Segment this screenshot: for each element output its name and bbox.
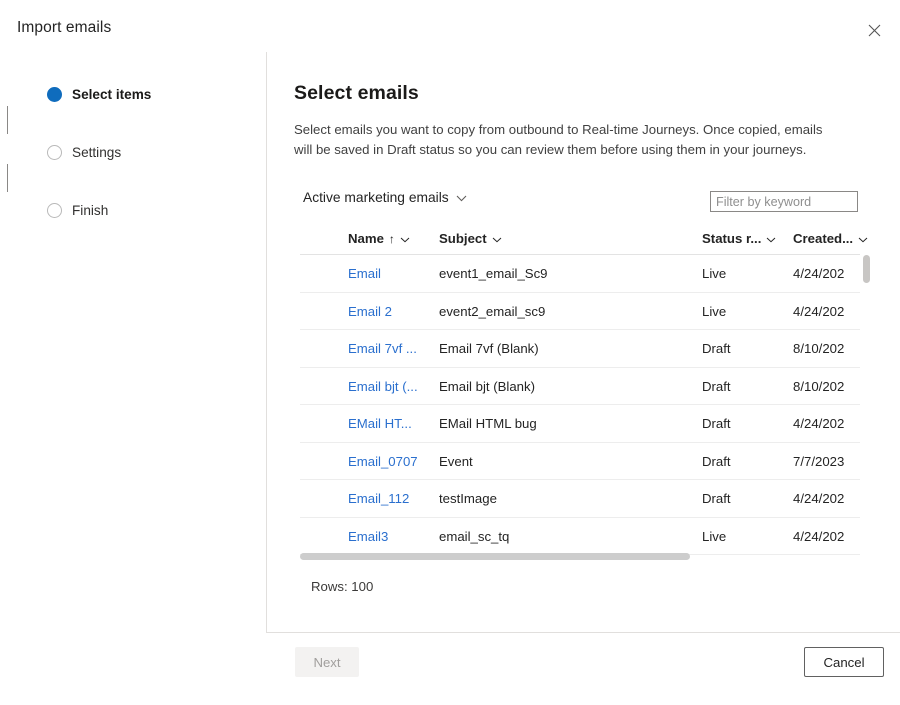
row-name-link[interactable]: Email3 [348,529,388,544]
row-status: Live [702,303,727,319]
grid-vertical-scrollbar[interactable] [863,255,870,555]
row-status: Draft [702,453,731,469]
table-row[interactable]: Email_112 testImage Draft 4/24/202 [300,480,860,518]
column-header-subject[interactable]: Subject [439,231,502,246]
row-created: 7/7/2023 [793,453,845,469]
column-header-name[interactable]: Name ↑ [348,231,410,246]
row-status: Draft [702,341,731,356]
row-created: 4/24/202 [793,528,845,544]
close-button[interactable] [859,15,889,45]
column-header-status-label: Status r... [702,231,762,246]
stepper-label-select-items: Select items [72,86,152,102]
grid-horizontal-scrollbar[interactable] [300,553,860,560]
column-header-name-label: Name [348,231,384,246]
page-title: Select emails [294,82,419,104]
row-subject: testImage [439,491,497,506]
import-emails-dialog: Import emails Select items Settings Fini… [0,0,900,705]
step-marker-filled-icon [47,86,62,102]
dialog-footer: Next Cancel [266,633,900,705]
row-subject: email_sc_tq [439,528,510,544]
view-selector-label: Active marketing emails [303,190,449,205]
row-subject: event1_email_Sc9 [439,266,548,281]
row-name-link[interactable]: Email_0707 [348,454,418,469]
row-status: Live [702,266,727,281]
stepper-item-finish[interactable]: Finish [47,202,247,218]
row-name-link[interactable]: Email_112 [348,491,409,506]
view-selector-dropdown[interactable]: Active marketing emails [303,190,467,205]
chevron-down-icon [858,231,868,246]
chevron-down-icon [766,231,776,246]
rows-count-label: Rows: 100 [311,579,374,594]
row-status: Draft [702,378,731,394]
table-row[interactable]: Email event1_email_Sc9 Live 4/24/202 [300,255,860,293]
row-name-link[interactable]: Email 2 [348,304,392,319]
row-subject: Email bjt (Blank) [439,378,536,394]
grid-vertical-scrollbar-thumb[interactable] [863,255,870,283]
table-row[interactable]: Email3 email_sc_tq Live 4/24/202 [300,518,860,555]
row-subject: Event [439,453,473,469]
row-subject: Email 7vf (Blank) [439,341,539,356]
table-row[interactable]: Email 7vf ... Email 7vf (Blank) Draft 8/… [300,330,860,368]
panel-divider [266,52,267,632]
stepper-connector [7,164,9,192]
chevron-down-icon [492,231,502,246]
grid-horizontal-scrollbar-thumb[interactable] [300,553,690,560]
row-created: 4/24/202 [793,416,845,431]
emails-grid: Name ↑ Subject Status r... Created... Em… [300,228,870,555]
row-created: 8/10/202 [793,378,845,394]
row-name-link[interactable]: Email [348,266,381,281]
grid-header-row: Name ↑ Subject Status r... Created... [300,228,868,255]
table-row[interactable]: Email 2 event2_email_sc9 Live 4/24/202 [300,293,860,330]
grid-toolbar: Active marketing emails [294,190,860,214]
row-created: 4/24/202 [793,303,845,319]
row-name-link[interactable]: Email 7vf ... [348,341,417,356]
table-row[interactable]: EMail HT... EMail HTML bug Draft 4/24/20… [300,405,860,443]
stepper-connector [7,106,9,134]
step-marker-empty-icon [47,202,62,218]
table-row[interactable]: Email_0707 Event Draft 7/7/2023 [300,443,860,480]
stepper-item-select-items[interactable]: Select items [47,86,247,102]
column-header-subject-label: Subject [439,231,487,246]
dialog-titlebar: Import emails [0,0,900,52]
filter-by-keyword-input[interactable] [710,191,858,212]
table-row[interactable]: Email bjt (... Email bjt (Blank) Draft 8… [300,368,860,405]
row-created: 4/24/202 [793,266,845,281]
page-description: Select emails you want to copy from outb… [294,122,823,157]
sort-ascending-icon: ↑ [388,231,395,246]
row-status: Live [702,528,727,544]
main-panel: Select emails Select emails you want to … [294,82,860,160]
dialog-title: Import emails [17,19,112,36]
row-subject: EMail HTML bug [439,416,537,431]
column-header-status-reason[interactable]: Status r... [702,231,776,246]
row-created: 8/10/202 [793,341,845,356]
stepper-label-finish: Finish [72,202,109,218]
next-button[interactable]: Next [295,647,359,677]
row-status: Draft [702,491,731,506]
column-header-created-on[interactable]: Created... [793,231,868,246]
row-subject: event2_email_sc9 [439,303,546,319]
step-marker-empty-icon [47,144,62,160]
chevron-down-icon [456,190,467,205]
grid-body: Email event1_email_Sc9 Live 4/24/202 Ema… [300,255,870,555]
stepper-label-settings: Settings [72,144,122,160]
stepper-item-settings[interactable]: Settings [47,144,247,160]
chevron-down-icon [400,231,410,246]
column-header-created-label: Created... [793,231,854,246]
row-status: Draft [702,416,731,431]
wizard-stepper: Select items Settings Finish [47,86,247,218]
close-icon [868,24,881,37]
cancel-button[interactable]: Cancel [804,647,884,677]
row-created: 4/24/202 [793,491,845,506]
row-name-link[interactable]: Email bjt (... [348,379,418,394]
row-name-link[interactable]: EMail HT... [348,416,412,431]
